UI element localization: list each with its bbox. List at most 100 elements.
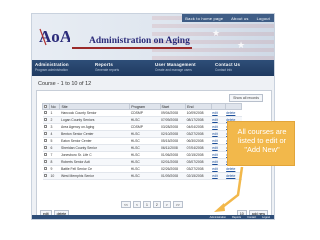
- table-row[interactable]: 5 Eaton Senior Center HLSC 05/15/2008 06/30/…: [42, 137, 242, 145]
- table-row[interactable]: 3 Area Agency on Aging CDSMP 03/28/2008 04/0…: [42, 123, 242, 131]
- aoa-logo: AoA: [39, 27, 70, 46]
- nav-sublabel: Create and manage users: [155, 68, 192, 72]
- row-checkbox[interactable]: [42, 172, 50, 180]
- nav-item-administration[interactable]: Administration Program administration: [32, 60, 92, 76]
- row-checkbox[interactable]: [42, 165, 50, 173]
- checkbox[interactable]: [44, 104, 47, 108]
- nav-item-contact[interactable]: Contact Us Contact info: [212, 60, 272, 76]
- callout-line: All courses are: [237, 127, 287, 136]
- row-checkbox[interactable]: [42, 116, 50, 124]
- cell-site: Eaton Senior Center: [59, 137, 130, 145]
- checkbox[interactable]: [43, 174, 47, 177]
- cell-end: 06/30/2008: [185, 137, 212, 145]
- edit-link[interactable]: edit: [211, 137, 226, 145]
- callout-line: "Add New": [244, 145, 280, 154]
- page-title: Course - 1 to 10 of 12: [38, 81, 92, 87]
- cell-program: HLSC: [129, 172, 160, 180]
- edit-link[interactable]: edit: [211, 116, 226, 124]
- edit-link[interactable]: edit: [211, 109, 226, 117]
- cell-no: 4: [49, 130, 60, 138]
- row-checkbox[interactable]: [42, 123, 50, 131]
- cell-no: 9: [49, 165, 60, 173]
- cell-site: Sheridan County Senior: [59, 144, 130, 152]
- cell-no: 8: [49, 158, 60, 166]
- title-rule: [72, 47, 192, 49]
- row-checkbox[interactable]: [42, 137, 50, 145]
- pager-next-button[interactable]: >: [162, 201, 171, 208]
- row-checkbox[interactable]: [42, 109, 50, 117]
- callout-text: All courses are listed to edit or "Add N…: [228, 127, 296, 154]
- pager-last-button[interactable]: >>: [172, 201, 183, 208]
- table-row[interactable]: 4 Benton Senior Center HLSC 02/10/2008 03/27…: [42, 130, 242, 138]
- cell-end: 08/17/2008: [185, 116, 212, 124]
- edit-link[interactable]: edit: [211, 130, 226, 138]
- edit-link[interactable]: edit: [211, 123, 226, 131]
- site-header: Back to home page About us Logout AoA ★ …: [32, 14, 274, 60]
- checkbox[interactable]: [43, 167, 47, 170]
- table-row[interactable]: 7 Jonesboro Sr. Life C HLSC 01/06/2008 02/15…: [42, 151, 242, 159]
- checkbox[interactable]: [43, 118, 47, 121]
- cell-end: 10/09/2008: [185, 109, 212, 117]
- cell-end: 07/04/2008: [185, 144, 212, 152]
- cell-start: 07/09/2008: [160, 116, 186, 124]
- bottom-link[interactable]: Contact: [247, 216, 256, 219]
- edit-link[interactable]: edit: [211, 144, 226, 152]
- cell-site: Jonesboro Sr. Life C: [59, 151, 130, 159]
- cell-start: 02/26/2008: [160, 165, 186, 173]
- row-checkbox[interactable]: [42, 130, 50, 138]
- pager-page-1[interactable]: 1: [142, 201, 151, 208]
- row-checkbox[interactable]: [42, 151, 50, 159]
- bottom-link[interactable]: Reports: [232, 216, 241, 219]
- pager-first-button[interactable]: <<: [121, 201, 131, 208]
- cell-no: 3: [49, 123, 60, 131]
- checkbox[interactable]: [43, 153, 47, 156]
- nav-item-user-management[interactable]: User Management Create and manage users: [152, 60, 212, 76]
- main-nav: Administration Program administration Re…: [32, 60, 274, 76]
- top-link-about[interactable]: About us: [231, 16, 248, 21]
- table-row[interactable]: 6 Sheridan County Senior HLSC 06/11/2008 07/…: [42, 144, 242, 152]
- cell-start: 02/01/2008: [160, 158, 186, 166]
- callout-arrow-icon: [214, 166, 244, 212]
- checkbox[interactable]: [43, 146, 47, 149]
- show-all-button[interactable]: Show all records: [229, 94, 263, 102]
- cell-site: West Memphis Senior: [59, 172, 130, 180]
- cell-start: 01/09/2008: [160, 172, 186, 180]
- checkbox[interactable]: [43, 160, 47, 163]
- cell-no: 7: [49, 151, 60, 159]
- cell-program: HLSC: [129, 137, 160, 145]
- cell-program: HLSC: [129, 130, 160, 138]
- cell-end: 04/04/2008: [185, 123, 212, 131]
- cell-site: Battle Fell Senior Ce: [59, 165, 130, 173]
- cell-site: Roberts Senior Acti: [59, 158, 130, 166]
- pager-page-2[interactable]: 2: [152, 201, 161, 208]
- checkbox[interactable]: [43, 132, 47, 135]
- svg-text:AoA: AoA: [39, 27, 70, 46]
- bottom-link[interactable]: Logout: [262, 216, 270, 219]
- top-link-home[interactable]: Back to home page: [185, 16, 223, 21]
- nav-sublabel: Contact info: [215, 68, 233, 72]
- cell-site: Benton Senior Center: [59, 130, 130, 138]
- cell-program: HLSC: [129, 158, 160, 166]
- row-checkbox[interactable]: [42, 144, 50, 152]
- top-link-logout[interactable]: Logout: [257, 16, 270, 21]
- table-row[interactable]: 1 Hancock County Senior CDSMP 09/04/2008 10/…: [42, 109, 242, 117]
- cell-site: Logan County Seniors: [59, 116, 130, 124]
- checkbox[interactable]: [43, 125, 47, 128]
- cell-site: Hancock County Senior: [59, 109, 130, 117]
- nav-label: Contact Us: [215, 62, 241, 67]
- cell-start: 02/10/2008: [160, 130, 186, 138]
- row-checkbox[interactable]: [42, 158, 50, 166]
- table-row[interactable]: 2 Logan County Seniors HLSC 07/09/2008 08/17…: [42, 116, 242, 124]
- cell-end: 03/27/2008: [185, 130, 212, 138]
- delete-link[interactable]: delete: [225, 109, 242, 117]
- checkbox[interactable]: [43, 111, 47, 114]
- cell-program: HLSC: [129, 144, 160, 152]
- edit-link[interactable]: edit: [211, 151, 226, 159]
- nav-item-reports[interactable]: Reports Generate reports: [92, 60, 152, 76]
- cell-program: HLSC: [129, 116, 160, 124]
- cell-no: 10: [49, 172, 60, 180]
- checkbox[interactable]: [43, 139, 47, 142]
- bottom-link[interactable]: Administration: [210, 216, 226, 219]
- pager-prev-button[interactable]: <: [132, 201, 141, 208]
- cell-end: 02/15/2008: [185, 151, 212, 159]
